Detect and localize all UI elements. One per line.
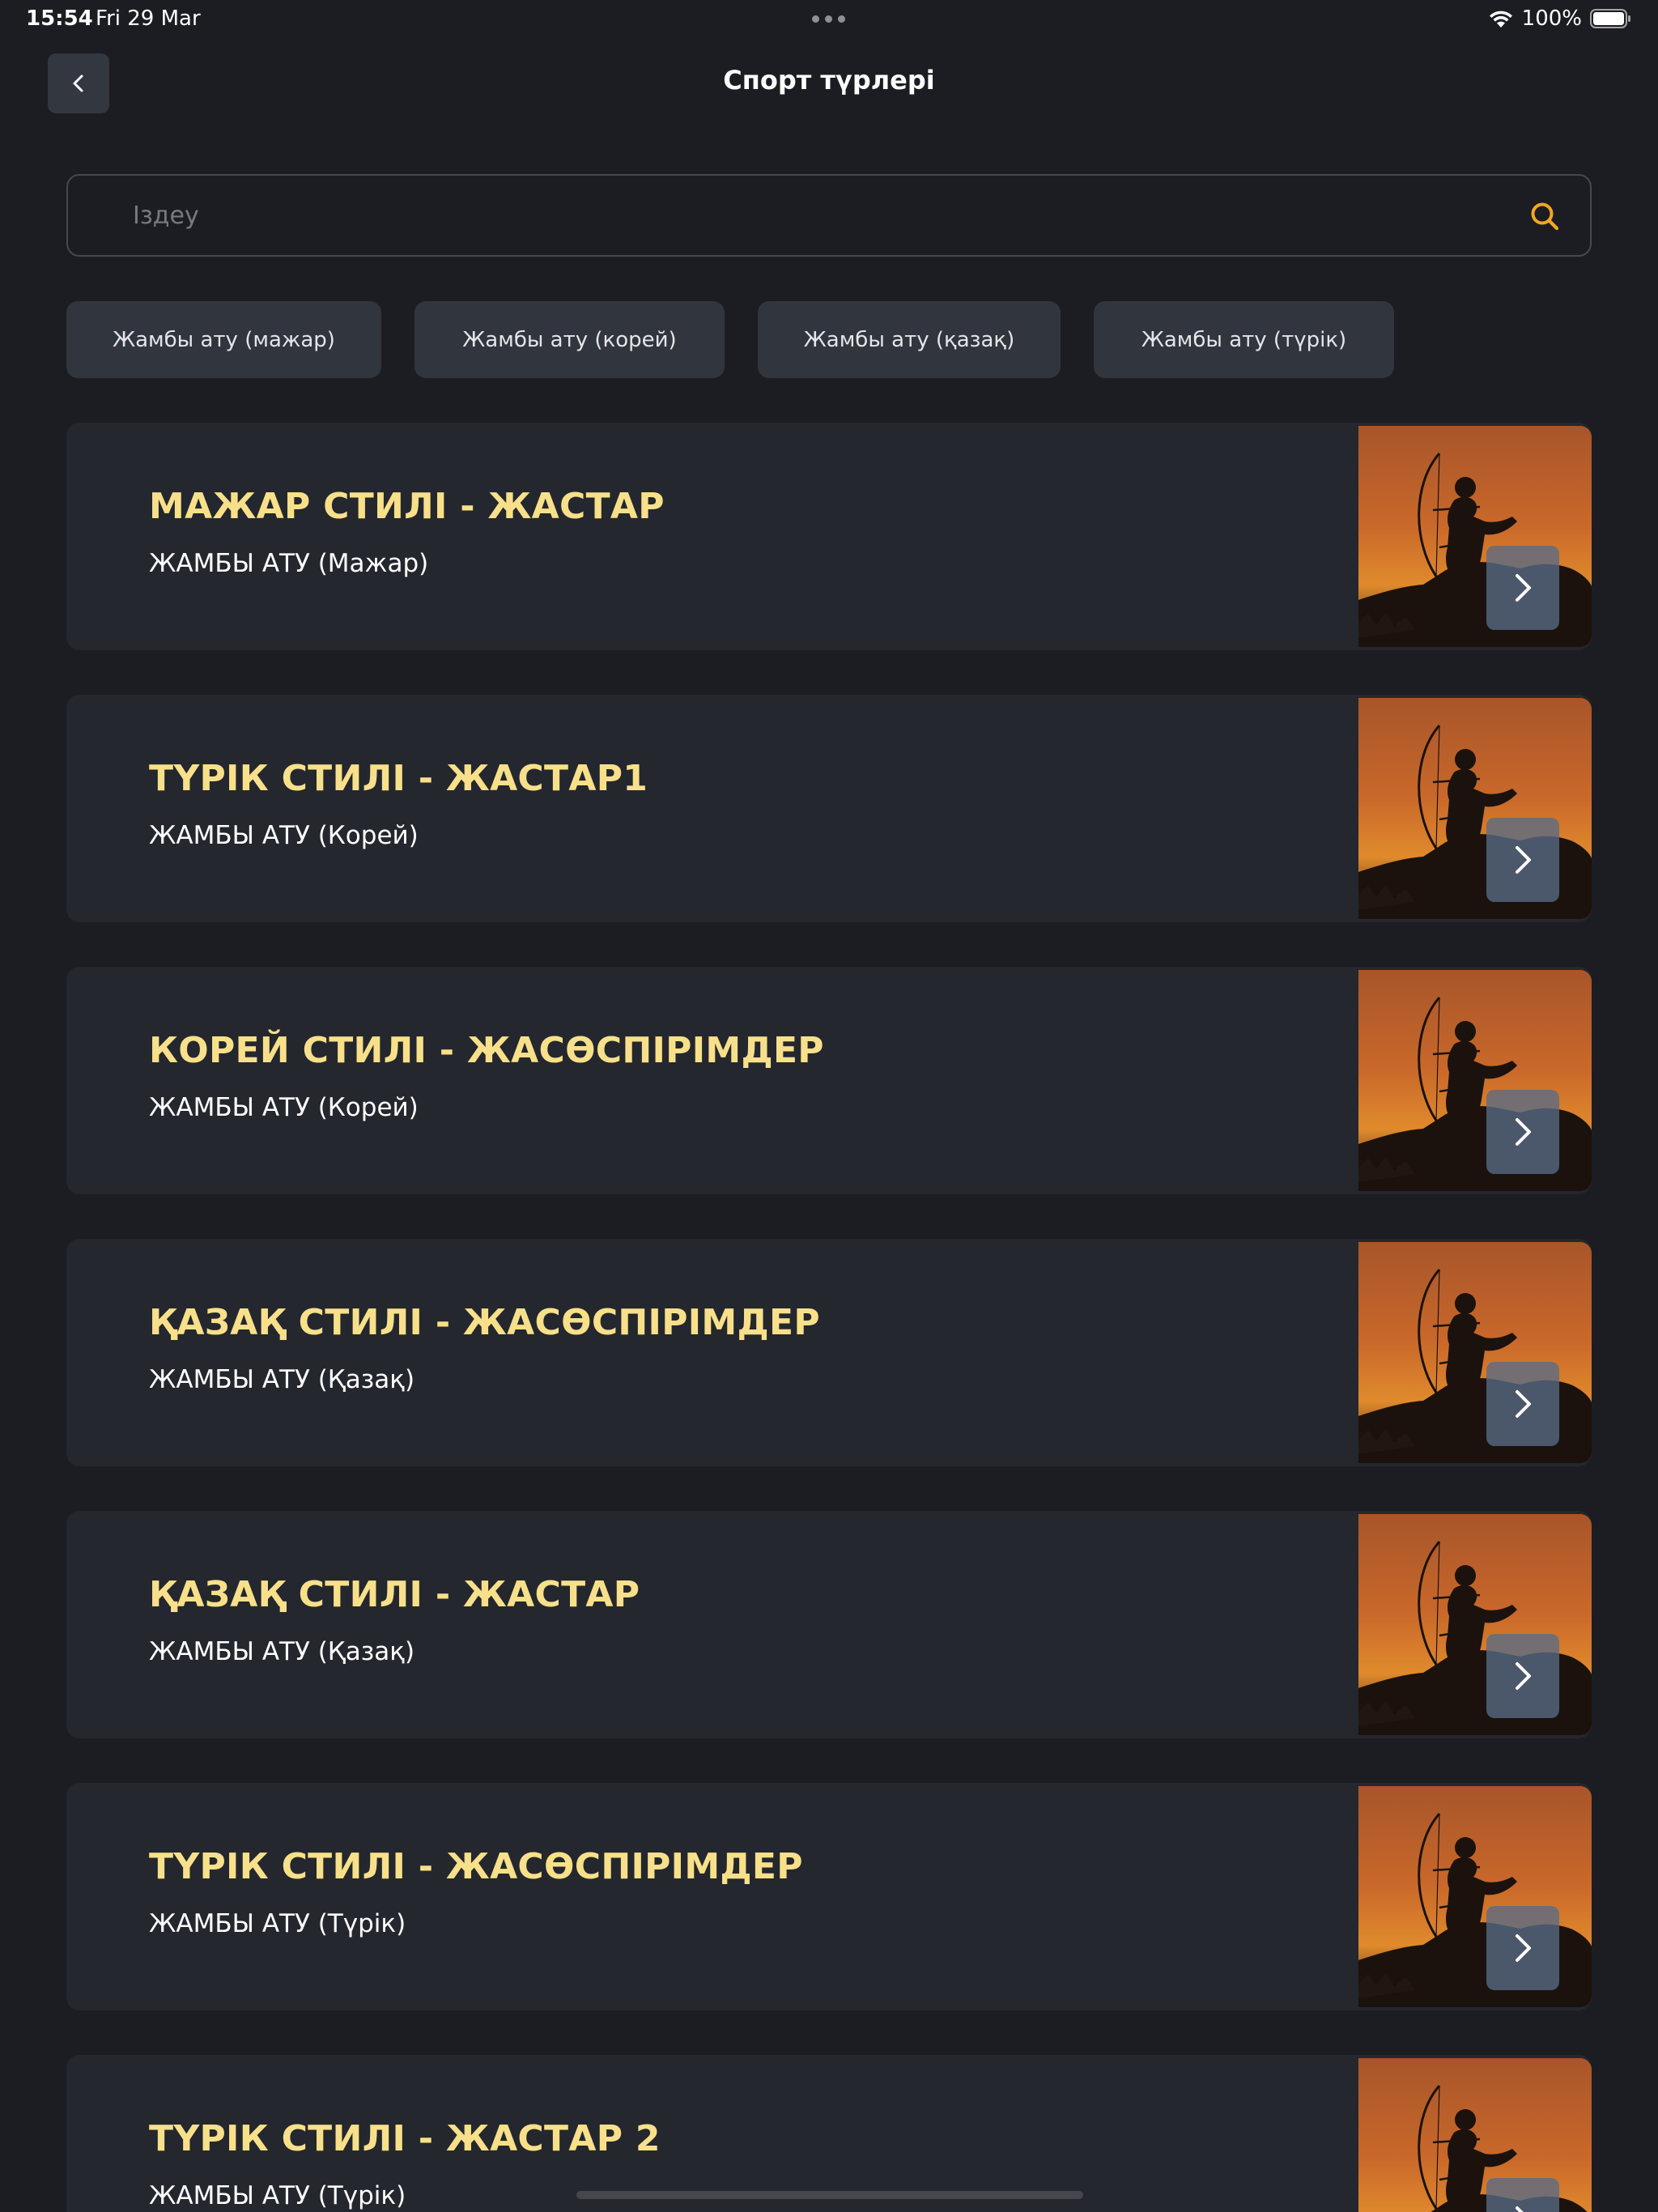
page-title: Спорт түрлері <box>723 65 935 96</box>
card-title: КОРЕЙ СТИЛІ - ЖАСӨСПІРІМДЕР <box>149 1030 824 1071</box>
sport-card[interactable]: ҚАЗАҚ СТИЛІ - ЖАСӨСПІРІМДЕР ЖАМБЫ АТУ (Қ… <box>66 1239 1592 1466</box>
status-bar: 15:54 Fri 29 Mar 100% <box>0 0 1658 39</box>
sport-card[interactable]: ТҮРІК СТИЛІ - ЖАСТАР 2 ЖАМБЫ АТУ (Түрік) <box>66 2055 1592 2212</box>
sport-card[interactable]: ТҮРІК СТИЛІ - ЖАСТАР1 ЖАМБЫ АТУ (Корей) <box>66 695 1592 922</box>
open-card-button[interactable] <box>1486 1906 1559 1990</box>
sport-card[interactable]: ТҮРІК СТИЛІ - ЖАСӨСПІРІМДЕР ЖАМБЫ АТУ (Т… <box>66 1783 1592 2010</box>
sport-card[interactable]: КОРЕЙ СТИЛІ - ЖАСӨСПІРІМДЕР ЖАМБЫ АТУ (К… <box>66 967 1592 1194</box>
card-thumbnail <box>1358 426 1592 647</box>
status-time: 15:54 <box>26 6 93 31</box>
card-title: МАЖАР СТИЛІ - ЖАСТАР <box>149 486 665 527</box>
search-field[interactable] <box>66 174 1592 257</box>
filter-chips: Жамбы ату (мажар) Жамбы ату (корей) Жамб… <box>0 301 1658 379</box>
home-indicator[interactable] <box>576 2191 1083 2199</box>
card-title: ҚАЗАҚ СТИЛІ - ЖАСТАР <box>149 1574 640 1615</box>
chevron-right-icon <box>1516 574 1531 602</box>
card-subtitle: ЖАМБЫ АТУ (Мажар) <box>149 549 429 578</box>
chevron-right-icon <box>1516 1118 1531 1146</box>
chevron-right-icon <box>1516 2206 1524 2212</box>
open-card-button[interactable] <box>1486 1362 1559 1446</box>
open-card-button[interactable] <box>1486 1634 1559 1718</box>
multitasking-dots-icon[interactable] <box>812 15 845 23</box>
chevron-right-icon <box>1516 1662 1531 1690</box>
sport-card[interactable]: МАЖАР СТИЛІ - ЖАСТАР ЖАМБЫ АТУ (Мажар) <box>66 423 1592 650</box>
card-title: ҚАЗАҚ СТИЛІ - ЖАСӨСПІРІМДЕР <box>149 1302 820 1343</box>
card-thumbnail <box>1358 1242 1592 1463</box>
chevron-right-icon <box>1516 1934 1531 1962</box>
screen: 15:54 Fri 29 Mar 100% Спорт түрлері Ізде… <box>0 0 1658 2212</box>
card-subtitle: ЖАМБЫ АТУ (Қазақ) <box>149 1365 415 1394</box>
open-card-button[interactable] <box>1486 1090 1559 1174</box>
card-subtitle: ЖАМБЫ АТУ (Түрік) <box>149 1909 406 1938</box>
card-subtitle: ЖАМБЫ АТУ (Корей) <box>149 821 419 850</box>
filter-chip-mazhar[interactable]: Жамбы ату (мажар) <box>66 301 381 378</box>
card-thumbnail <box>1358 698 1592 919</box>
filter-chip-turik[interactable]: Жамбы ату (түрік) <box>1094 301 1394 378</box>
open-card-button[interactable] <box>1486 2178 1559 2212</box>
search-icon[interactable] <box>1528 200 1561 232</box>
chevron-right-icon <box>1516 1390 1531 1418</box>
card-subtitle: ЖАМБЫ АТУ (Түрік) <box>149 2181 406 2210</box>
battery-icon <box>1590 9 1630 28</box>
card-thumbnail <box>1358 1786 1592 2007</box>
filter-chip-kazakh[interactable]: Жамбы ату (қазақ) <box>758 301 1061 378</box>
battery-percentage: 100% <box>1521 6 1582 31</box>
chevron-right-icon <box>1516 846 1531 874</box>
card-title: ТҮРІК СТИЛІ - ЖАСӨСПІРІМДЕР <box>149 1846 803 1887</box>
filter-chip-korei[interactable]: Жамбы ату (корей) <box>414 301 725 378</box>
card-thumbnail <box>1358 1514 1592 1735</box>
card-subtitle: ЖАМБЫ АТУ (Корей) <box>149 1093 419 1122</box>
status-date: Fri 29 Mar <box>96 6 201 31</box>
card-subtitle: ЖАМБЫ АТУ (Қазақ) <box>149 1637 415 1666</box>
card-title: ТҮРІК СТИЛІ - ЖАСТАР1 <box>149 758 648 799</box>
status-indicators: 100% <box>1488 6 1632 31</box>
search-input[interactable] <box>133 176 1493 255</box>
card-title: ТҮРІК СТИЛІ - ЖАСТАР 2 <box>149 2118 661 2159</box>
open-card-button[interactable] <box>1486 546 1559 630</box>
card-thumbnail <box>1358 2058 1592 2212</box>
card-thumbnail <box>1358 970 1592 1191</box>
open-card-button[interactable] <box>1486 818 1559 902</box>
wifi-icon <box>1489 11 1512 28</box>
sport-card[interactable]: ҚАЗАҚ СТИЛІ - ЖАСТАР ЖАМБЫ АТУ (Қазақ) <box>66 1511 1592 1738</box>
